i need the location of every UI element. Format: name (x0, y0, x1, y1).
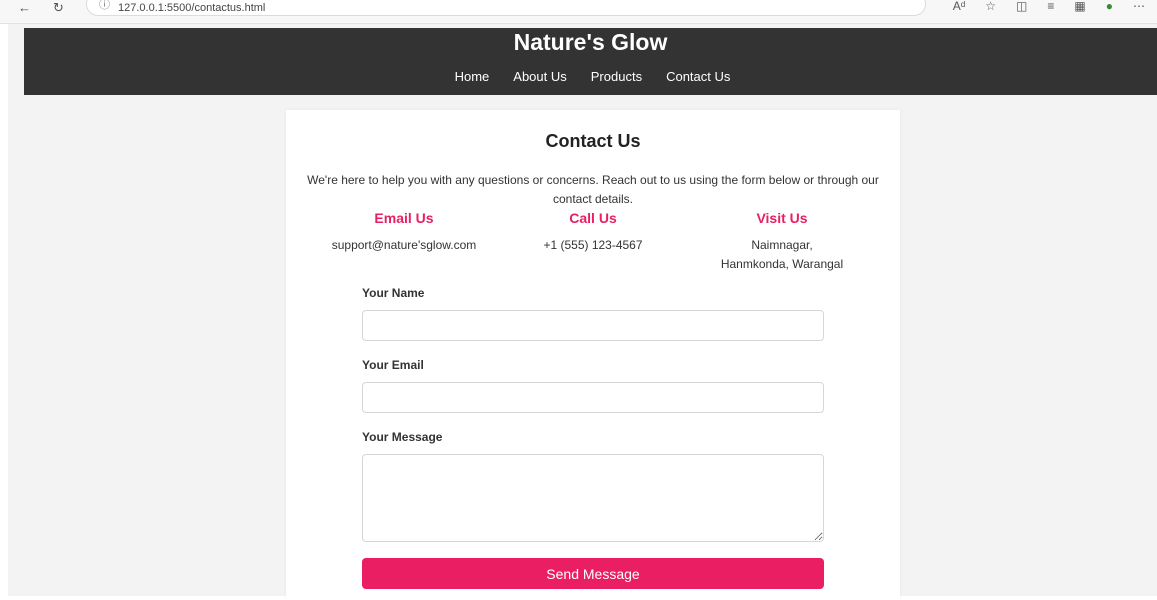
intro-text: We're here to help you with any question… (307, 173, 879, 206)
browser-toolbar: ← ↻ ⓘ 127.0.0.1:5500/contactus.html Aᵈ ☆… (0, 0, 1157, 24)
email-address: support@nature'sglow.com (331, 238, 477, 252)
browser-action-icons: Aᵈ ☆ ◫ ≡ ▦ ● ⋯ (953, 0, 1145, 12)
message-textarea[interactable] (362, 454, 824, 542)
contact-info-row: Email Us support@nature'sglow.com Call U… (310, 209, 876, 274)
call-heading: Call Us (569, 210, 617, 226)
page-title: Contact Us (545, 131, 641, 151)
email-info: Email Us support@nature'sglow.com (310, 209, 498, 274)
site-header: Nature's Glow Home About Us Products Con… (24, 28, 1157, 95)
nav-products-link[interactable]: Products (591, 69, 642, 84)
extension-icon[interactable]: ● (1106, 0, 1113, 12)
collections-icon[interactable]: ▦ (1074, 0, 1085, 12)
browser-nav-icons: ← ↻ (18, 1, 64, 14)
visit-address: Naimnagar, Hanmkonda, Warangal (720, 238, 844, 271)
name-label: Your Name (362, 286, 425, 300)
back-icon[interactable]: ← (18, 1, 31, 14)
visit-info: Visit Us Naimnagar, Hanmkonda, Warangal (688, 209, 876, 274)
page-viewport: Nature's Glow Home About Us Products Con… (8, 24, 1157, 600)
contact-form: Your Name Your Email Your Message Send M… (362, 286, 824, 589)
split-screen-icon[interactable]: ◫ (1016, 0, 1027, 12)
email-label: Your Email (362, 358, 424, 372)
read-aloud-icon[interactable]: Aᵈ (953, 0, 966, 12)
send-message-button[interactable]: Send Message (362, 558, 824, 589)
favorite-icon[interactable]: ☆ (985, 0, 996, 12)
nav-about-link[interactable]: About Us (513, 69, 566, 84)
message-label: Your Message (362, 430, 443, 444)
more-icon[interactable]: ⋯ (1133, 0, 1145, 12)
nav-home-link[interactable]: Home (455, 69, 490, 84)
email-input[interactable] (362, 382, 824, 413)
address-bar[interactable]: ⓘ 127.0.0.1:5500/contactus.html (86, 0, 926, 16)
phone-number: +1 (555) 123-4567 (543, 238, 643, 252)
nav-contact-link[interactable]: Contact Us (666, 69, 730, 84)
url-text[interactable]: 127.0.0.1:5500/contactus.html (118, 2, 265, 14)
info-icon[interactable]: ⓘ (99, 0, 110, 12)
main-nav: Home About Us Products Contact Us (24, 69, 1157, 84)
refresh-icon[interactable]: ↻ (53, 1, 64, 14)
name-input[interactable] (362, 310, 824, 341)
site-title: Nature's Glow (513, 29, 668, 55)
visit-heading: Visit Us (756, 210, 808, 226)
email-heading: Email Us (374, 210, 434, 226)
contact-card: Contact Us We're here to help you with a… (286, 110, 900, 600)
call-info: Call Us +1 (555) 123-4567 (499, 209, 687, 274)
favorites-bar-icon[interactable]: ≡ (1047, 0, 1054, 12)
